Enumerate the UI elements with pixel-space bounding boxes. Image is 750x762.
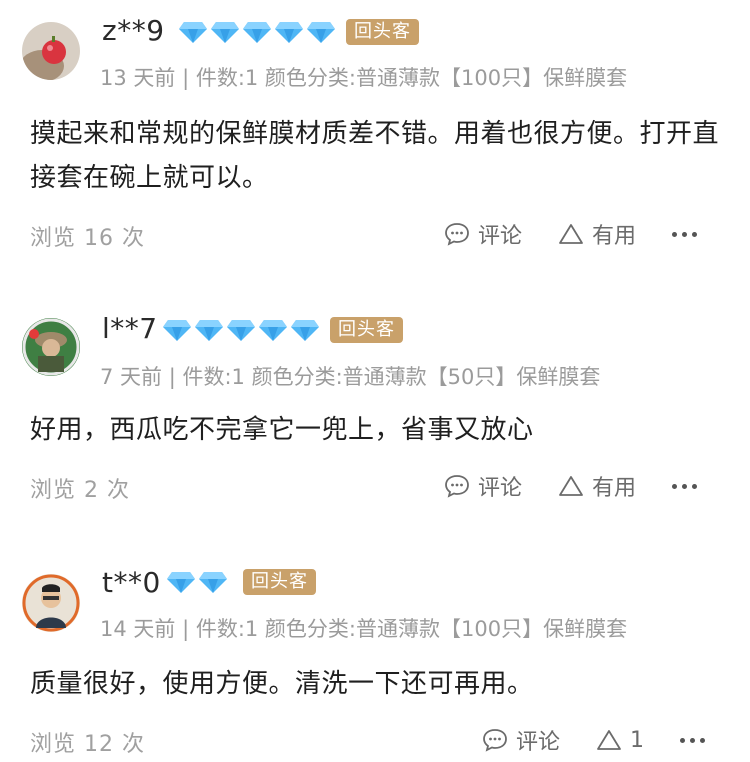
useful-label: 有用 (592, 224, 637, 249)
diamond-icon (275, 22, 303, 43)
diamond-icon (211, 22, 239, 43)
diamond-icon (195, 320, 223, 341)
useful-count: 1 (630, 727, 645, 753)
member-level (162, 318, 320, 342)
chat-bubble-icon (445, 475, 469, 498)
diamond-icon (199, 572, 227, 593)
review-actions: 评论 有用 (444, 470, 698, 502)
comment-label: 评论 (516, 730, 561, 755)
review-content: 好用，西瓜吃不完拿它一兜上，省事又放心 (30, 415, 534, 445)
view-count: 浏览 12 次 (30, 732, 145, 757)
diamond-icon (243, 22, 271, 43)
review-actions: 评论 有用 (444, 218, 698, 250)
chat-bubble-icon (483, 729, 507, 752)
review-content: 摸起来和常规的保鲜膜材质差不错。用着也很方便。打开直接套在碗上就可以。 (30, 119, 720, 193)
review-actions: 评论 1 (482, 724, 706, 756)
repeat-customer-badge: 回头客 (243, 569, 316, 595)
diamond-icon (259, 320, 287, 341)
more-dots-icon[interactable] (672, 221, 698, 247)
diamond-icon (307, 22, 335, 43)
view-count: 浏览 2 次 (30, 478, 130, 503)
useful-button[interactable]: 有用 (558, 470, 636, 502)
more-dots-icon[interactable] (672, 473, 698, 499)
chat-bubble-icon (445, 223, 469, 246)
useful-button[interactable]: 1 (596, 727, 644, 753)
comment-button[interactable]: 评论 (482, 724, 560, 756)
avatar[interactable] (22, 574, 80, 632)
comment-label: 评论 (478, 224, 523, 249)
avatar[interactable] (22, 22, 80, 80)
repeat-customer-badge: 回头客 (330, 317, 403, 343)
review-item: t**0 回头客 14 天前 | 件数:1 颜色分类:普通薄款【100只】保鲜膜… (0, 560, 750, 762)
member-level (178, 20, 336, 44)
review-content: 质量很好，使用方便。清洗一下还可再用。 (30, 669, 534, 699)
review-meta: 13 天前 | 件数:1 颜色分类:普通薄款【100只】保鲜膜套 (100, 66, 628, 90)
review-meta: 7 天前 | 件数:1 颜色分类:普通薄款【50只】保鲜膜套 (100, 365, 601, 389)
diamond-icon (291, 320, 319, 341)
useful-button[interactable]: 有用 (558, 218, 636, 250)
more-dots-icon[interactable] (680, 727, 706, 753)
avatar[interactable] (22, 318, 80, 376)
review-item: l**7 回头客 7 天前 | 件数:1 颜色分类:普通薄款【50只】保鲜膜套 … (0, 300, 750, 520)
view-count: 浏览 16 次 (30, 226, 145, 251)
triangle-up-icon (559, 476, 583, 496)
triangle-up-icon (559, 224, 583, 244)
member-level (166, 570, 228, 594)
username[interactable]: t**0 (102, 566, 161, 599)
diamond-icon (227, 320, 255, 341)
diamond-icon (179, 22, 207, 43)
triangle-up-icon (597, 730, 621, 750)
diamond-icon (167, 572, 195, 593)
review-item: z**9 回头客 13 天前 | 件数:1 颜色分类:普通薄款【100只】保鲜膜… (0, 0, 750, 262)
diamond-icon (163, 320, 191, 341)
username[interactable]: l**7 (102, 312, 158, 345)
comment-button[interactable]: 评论 (444, 218, 522, 250)
comment-label: 评论 (478, 476, 523, 501)
review-meta: 14 天前 | 件数:1 颜色分类:普通薄款【100只】保鲜膜套 (100, 617, 628, 641)
repeat-customer-badge: 回头客 (346, 19, 419, 45)
useful-label: 有用 (592, 476, 637, 501)
username[interactable]: z**9 (102, 14, 165, 47)
comment-button[interactable]: 评论 (444, 470, 522, 502)
